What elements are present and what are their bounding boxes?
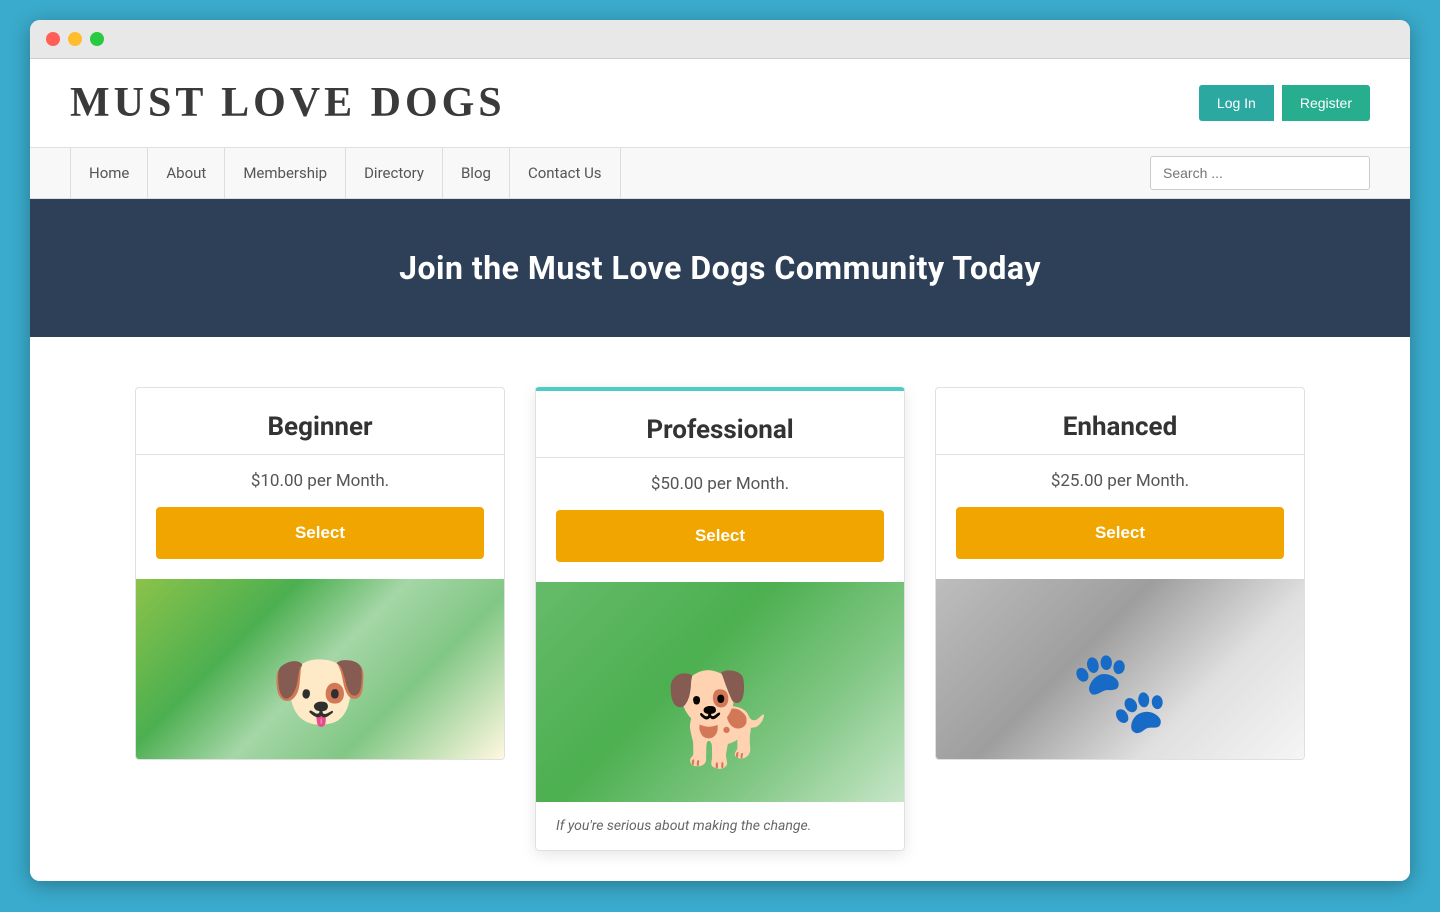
membership-section: Beginner $10.00 per Month. Select Profes… [30, 337, 1410, 881]
search-input[interactable] [1150, 156, 1370, 190]
select-button-professional[interactable]: Select [556, 510, 884, 562]
plan-header-enhanced: Enhanced [936, 388, 1304, 455]
nav-item-directory[interactable]: Directory [346, 148, 443, 198]
plan-price-enhanced: $25.00 per Month. [936, 455, 1304, 507]
nav-search [1150, 156, 1370, 190]
logo-text: MUST LOVE DOGS [70, 80, 506, 126]
site-nav: Home About Membership Directory Blog Con… [30, 148, 1410, 199]
plan-price-beginner: $10.00 per Month. [136, 455, 504, 507]
nav-item-contact[interactable]: Contact Us [510, 148, 621, 198]
plans-container: Beginner $10.00 per Month. Select Profes… [70, 387, 1370, 851]
nav-item-blog[interactable]: Blog [443, 148, 510, 198]
hero-banner: Join the Must Love Dogs Community Today [30, 199, 1410, 337]
plan-name-enhanced: Enhanced [956, 412, 1284, 442]
plan-card-professional: Professional $50.00 per Month. Select If… [535, 387, 905, 851]
maximize-dot[interactable] [90, 32, 104, 46]
plan-image-enhanced [936, 579, 1304, 759]
plan-name-professional: Professional [556, 415, 884, 445]
plan-price-professional: $50.00 per Month. [536, 458, 904, 510]
nav-item-membership[interactable]: Membership [225, 148, 346, 198]
browser-chrome [30, 20, 1410, 59]
nav-item-home[interactable]: Home [70, 148, 148, 198]
plan-card-beginner: Beginner $10.00 per Month. Select [135, 387, 505, 760]
select-button-enhanced[interactable]: Select [956, 507, 1284, 559]
plan-card-enhanced: Enhanced $25.00 per Month. Select [935, 387, 1305, 760]
select-button-beginner[interactable]: Select [156, 507, 484, 559]
nav-item-about[interactable]: About [148, 148, 225, 198]
plan-header-beginner: Beginner [136, 388, 504, 455]
minimize-dot[interactable] [68, 32, 82, 46]
login-button[interactable]: Log In [1199, 85, 1274, 121]
register-button[interactable]: Register [1282, 85, 1370, 121]
plan-image-beginner [136, 579, 504, 759]
plan-header-professional: Professional [536, 391, 904, 458]
site-header: MUST LOVE DOGS Log In Register [30, 59, 1410, 148]
browser-window: MUST LOVE DOGS Log In Register Home Abou… [30, 20, 1410, 881]
site-logo: MUST LOVE DOGS [70, 79, 506, 127]
hero-title: Join the Must Love Dogs Community Today [70, 249, 1370, 287]
header-actions: Log In Register [1199, 85, 1370, 121]
plan-name-beginner: Beginner [156, 412, 484, 442]
nav-links: Home About Membership Directory Blog Con… [70, 148, 621, 198]
close-dot[interactable] [46, 32, 60, 46]
plan-description-professional: If you're serious about making the chang… [536, 802, 904, 850]
plan-image-professional [536, 582, 904, 802]
